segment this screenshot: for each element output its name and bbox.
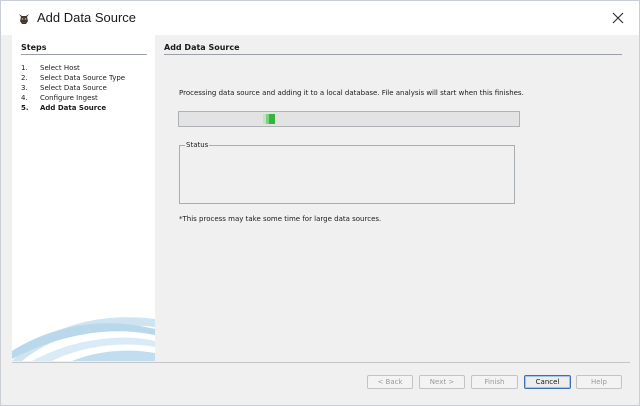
time-note: *This process may take some time for lar… [179,215,382,223]
step-label: Select Data Source Type [40,74,126,82]
status-legend: Status [185,141,210,149]
step-number: 4. [21,94,28,102]
title-bar: Add Data Source [1,1,639,35]
step-item: 2. Select Data Source Type [21,73,125,83]
steps-panel: Steps 1. Select Host 2. Select Data Source … [12,35,155,361]
step-label: Select Host [40,64,80,72]
step-label: Select Data Source [40,84,107,92]
back-button[interactable]: < Back [367,375,413,389]
add-data-source-dialog: Add Data Source Steps 1. Select Host 2. Sel… [0,0,640,406]
status-group: Status [179,141,515,204]
step-item: 3. Select Data Source [21,83,125,93]
step-label: Add Data Source [40,104,107,112]
step-item: 4. Configure Ingest [21,93,125,103]
step-item: 5. Add Data Source [21,103,125,113]
content-panel: Add Data Source Processing data source a… [156,35,630,361]
step-item: 1. Select Host [21,63,125,73]
autopsy-dog-icon [17,11,31,25]
step-list: 1. Select Host 2. Select Data Source Type 3.… [21,63,125,113]
progress-bar [178,111,520,127]
section-title: Add Data Source [164,43,622,55]
step-number: 2. [21,74,28,82]
step-label: Configure Ingest [40,94,98,102]
footer-separator [12,362,630,363]
finish-button[interactable]: Finish [471,375,518,389]
step-number: 5. [21,104,29,112]
cancel-button[interactable]: Cancel [524,375,571,389]
next-button[interactable]: Next > [419,375,465,389]
processing-message: Processing data source and adding it to … [179,89,524,97]
step-number: 1. [21,64,28,72]
step-number: 3. [21,84,28,92]
steps-heading: Steps [21,43,147,55]
close-icon[interactable] [607,7,629,29]
window-title: Add Data Source [37,10,137,25]
decorative-swoosh [12,317,155,361]
help-button[interactable]: Help [576,375,622,389]
progress-indicator [269,114,275,124]
